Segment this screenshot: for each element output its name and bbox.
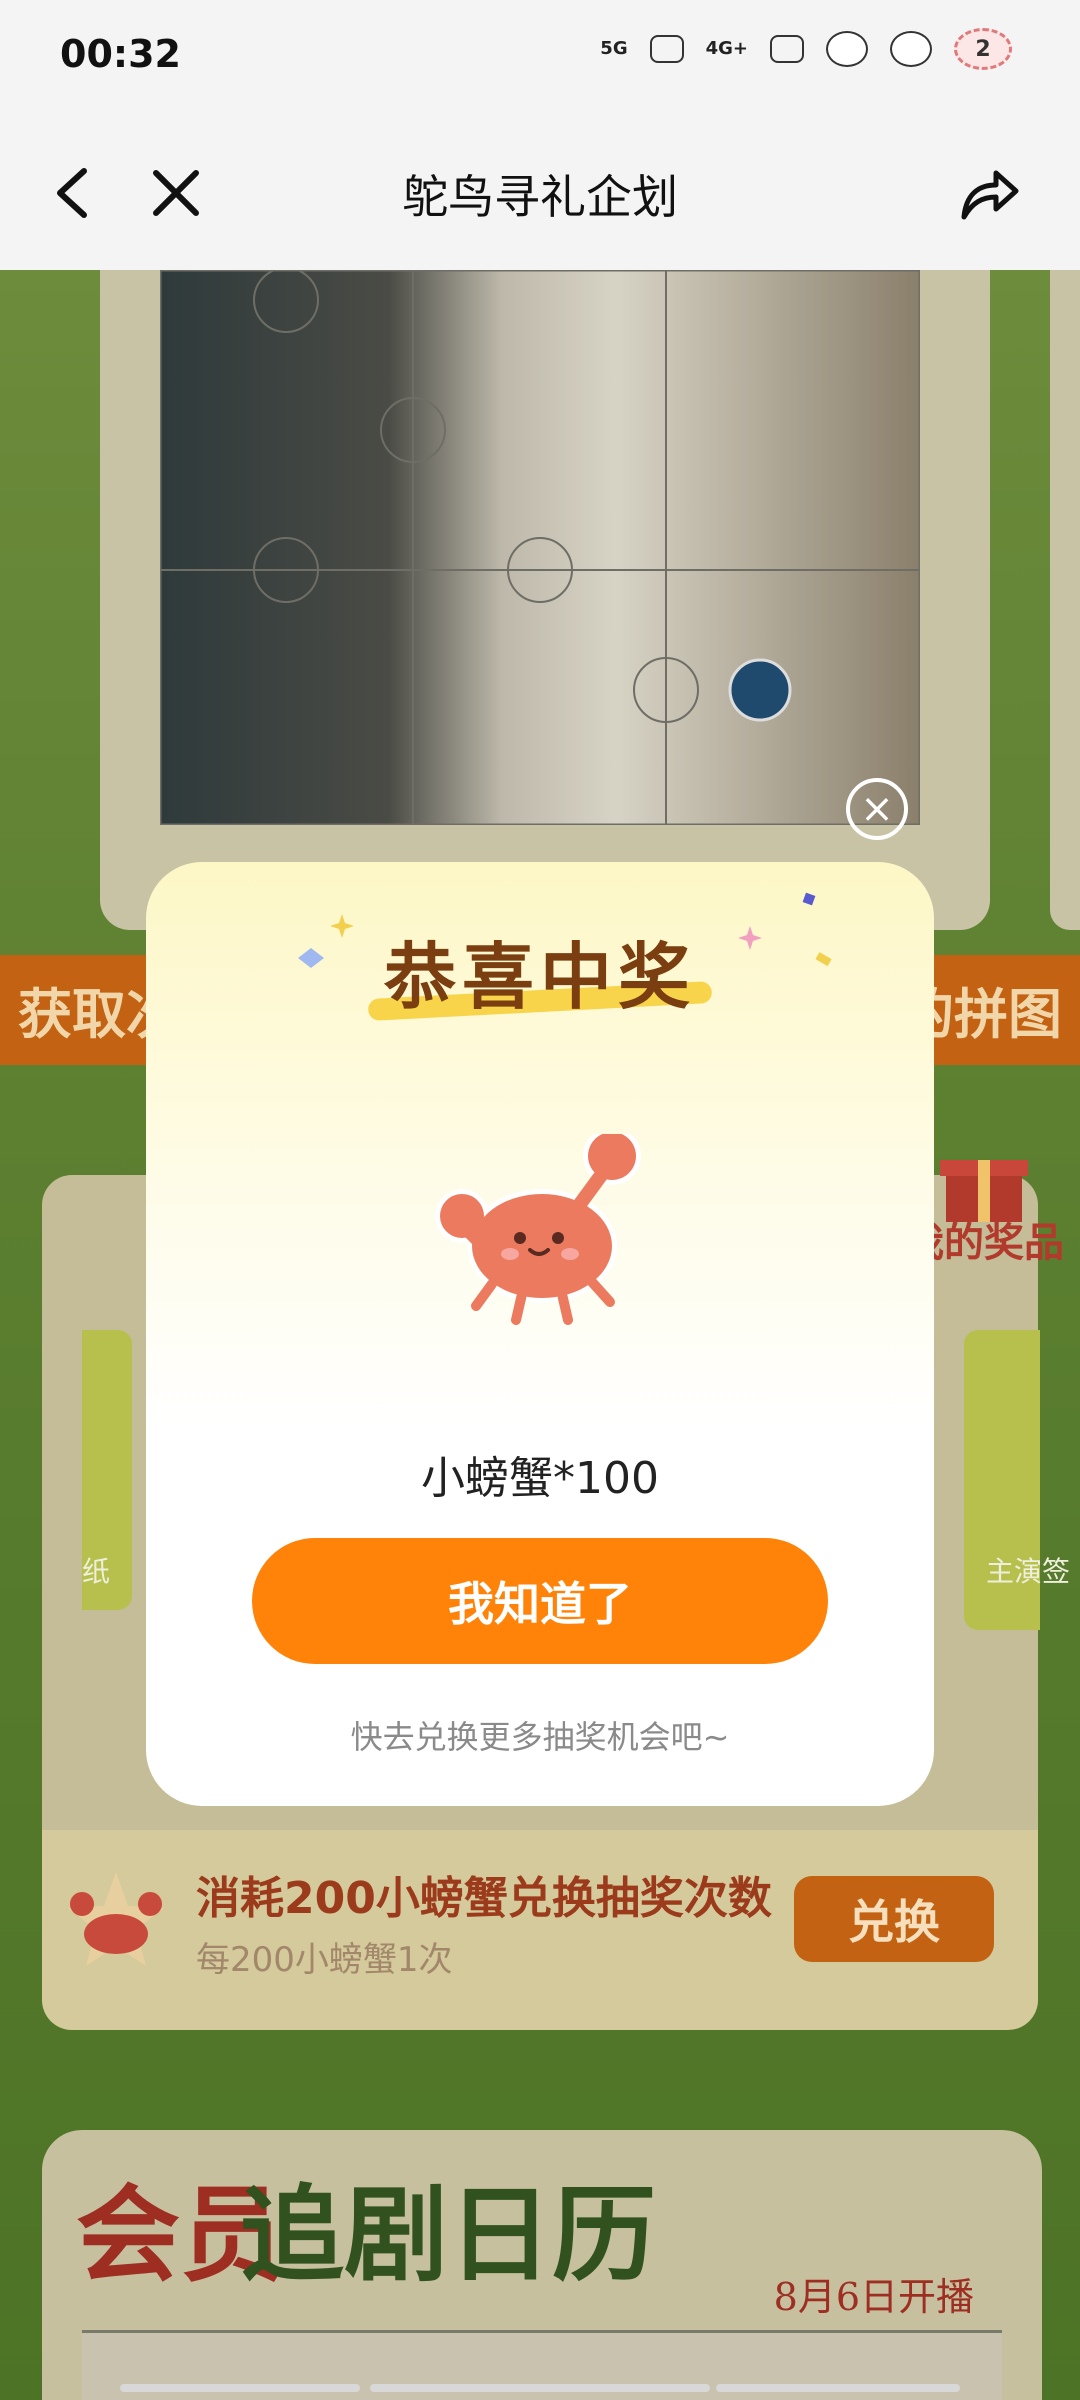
status-icons: 5G 4G+ 2 <box>600 28 1012 70</box>
modal-close-button[interactable]: × <box>846 778 908 840</box>
hint-text: 快去兑换更多抽奖机会吧~ <box>350 1718 730 1756</box>
exchange-button[interactable]: 兑换 <box>794 1876 994 1962</box>
prize-text: 小螃蟹*100 <box>421 1453 659 1504</box>
signal-bars-icon <box>649 35 684 63</box>
signal-5g-icon: 5G <box>600 38 628 59</box>
modal-heading: 恭喜中奖 <box>383 934 696 1019</box>
crab-icon <box>68 1872 164 1966</box>
home-indicator-segment <box>370 2384 710 2392</box>
acknowledge-button[interactable]: 我知道了 <box>252 1538 828 1664</box>
share-icon[interactable] <box>956 159 1022 225</box>
exchange-subtitle: 每200小螃蟹1次 <box>196 1940 453 1980</box>
home-indicator <box>0 2384 1080 2394</box>
wifi-pig-icon <box>826 31 868 67</box>
status-time: 00:32 <box>60 32 181 76</box>
prize-card-right-label: 主演签 <box>985 1555 1070 1588</box>
status-bar: 00:32 5G 4G+ 2 <box>0 0 1080 115</box>
calendar-title-drama: 追剧日历 <box>240 2173 657 2296</box>
signal-bars-icon <box>770 35 804 63</box>
close-icon: × <box>860 786 894 832</box>
confetti-square-icon <box>802 892 816 906</box>
confetti-square-icon <box>815 952 832 967</box>
prize-card-left-label: 纸 <box>82 1555 111 1588</box>
side-frame <box>1050 270 1080 930</box>
crab-icon <box>435 1134 641 1325</box>
confetti-star-icon <box>330 914 354 938</box>
nav-bar: 鸵鸟寻礼企划 <box>0 115 1080 270</box>
signal-4g-icon: 4G+ <box>705 38 748 59</box>
calendar-date: 8月6日开播 <box>773 2275 974 2319</box>
exchange-title: 消耗200小螃蟹兑换抽奖次数 <box>196 1873 772 1924</box>
puzzle-grid <box>160 270 920 825</box>
prize-modal: 恭喜中奖 小螃蟹*100 我知道了 快去兑换更多抽奖机会吧~ <box>146 862 934 1806</box>
confetti-diamond-icon <box>298 948 324 968</box>
home-indicator-segment <box>120 2384 360 2392</box>
home-indicator-segment <box>716 2384 960 2392</box>
battery-icon: 2 <box>954 28 1012 70</box>
page-title: 鸵鸟寻礼企划 <box>402 170 678 224</box>
confetti-star-icon <box>738 926 762 950</box>
hotspot-pig-icon <box>890 31 932 67</box>
